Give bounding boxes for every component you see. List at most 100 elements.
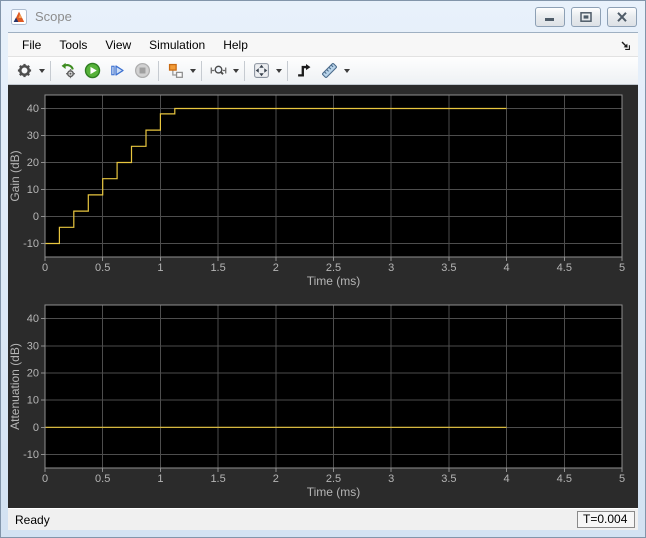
x-tick-label: 4: [504, 262, 510, 274]
x-tick-label: 1: [157, 262, 163, 274]
x-tick-label: 0: [42, 262, 48, 274]
toolbar-separator: [244, 61, 245, 81]
y-tick-label: 30: [27, 130, 39, 142]
y-tick-label: 10: [27, 184, 39, 196]
x-tick-label: 3: [388, 473, 394, 485]
toolbar: [8, 57, 638, 85]
scale-axes-dropdown-arrow[interactable]: [276, 69, 282, 73]
measurements-dropdown-arrow[interactable]: [344, 69, 350, 73]
step-forward-icon: [109, 62, 126, 79]
y-tick-label: 0: [33, 422, 39, 434]
close-button[interactable]: [607, 7, 637, 27]
toolbar-separator: [201, 61, 202, 81]
x-tick-label: 3.5: [441, 473, 456, 485]
toolbar-group: [161, 60, 199, 82]
y-tick-label: 40: [27, 313, 39, 325]
settings-dropdown-arrow[interactable]: [39, 69, 45, 73]
toolbar-group: [247, 60, 285, 82]
stop-icon: [134, 62, 151, 79]
zoom-icon: [210, 62, 227, 79]
step-forward-button[interactable]: [106, 60, 128, 82]
scale-axes-button[interactable]: [250, 60, 272, 82]
y-tick-label: 0: [33, 211, 39, 223]
toolbar-group: [10, 60, 48, 82]
signal-selector-button[interactable]: [164, 60, 186, 82]
gain-plot[interactable]: 00.511.522.533.544.55-10010203040Time (m…: [8, 95, 625, 288]
y-axis-label: Gain (dB): [8, 150, 22, 201]
toolbar-group: [53, 60, 156, 82]
x-tick-label: 4.5: [557, 473, 572, 485]
sim-time-display: T=0.004: [577, 511, 635, 528]
y-tick-label: -10: [23, 238, 39, 250]
x-tick-label: 1.5: [210, 473, 225, 485]
x-tick-label: 5: [619, 262, 625, 274]
x-tick-label: 0.5: [95, 262, 110, 274]
x-tick-label: 5: [619, 473, 625, 485]
x-tick-label: 1.5: [210, 262, 225, 274]
y-tick-label: 40: [27, 103, 39, 115]
play-icon: [84, 62, 101, 79]
y-tick-label: 20: [27, 157, 39, 169]
y-tick-label: 30: [27, 340, 39, 352]
menu-view[interactable]: View: [96, 35, 140, 55]
scope-window: Scope FileToolsViewSimulationHelp: [0, 0, 646, 538]
run-button[interactable]: [81, 60, 103, 82]
x-tick-label: 3.5: [441, 262, 456, 274]
y-tick-label: 20: [27, 367, 39, 379]
sim-gear-arrow-icon: [59, 62, 76, 79]
x-tick-label: 0.5: [95, 473, 110, 485]
stop-button: [131, 60, 153, 82]
menubar: FileToolsViewSimulationHelp: [8, 33, 638, 57]
dock-button[interactable]: [617, 37, 633, 53]
zoom-button[interactable]: [207, 60, 229, 82]
gear-icon: [16, 62, 33, 79]
window-content: FileToolsViewSimulationHelp 0 0.5 1 1.5 2 2.5…: [8, 32, 638, 530]
status-text: Ready: [15, 513, 50, 527]
window-controls: [535, 7, 637, 27]
window-title: Scope: [35, 9, 72, 24]
trigger-icon: [296, 62, 313, 79]
toolbar-group: [204, 60, 242, 82]
x-tick-label: 1: [157, 473, 163, 485]
restore-button[interactable]: [571, 7, 601, 27]
x-tick-label: 2.5: [326, 473, 341, 485]
x-axis-label: Time (ms): [307, 485, 361, 499]
x-axis-label: Time (ms): [307, 274, 361, 288]
simulink-snapshot-button[interactable]: [56, 60, 78, 82]
scope-plots[interactable]: 00.511.522.533.544.55-10010203040Time (m…: [8, 85, 638, 508]
close-icon: [616, 12, 628, 22]
signal-selector-dropdown-arrow[interactable]: [190, 69, 196, 73]
x-tick-label: 2: [273, 473, 279, 485]
y-axis-label: Attenuation (dB): [8, 343, 22, 430]
scale-axes-icon: [253, 62, 270, 79]
menu-help[interactable]: Help: [214, 35, 257, 55]
menu-file[interactable]: File: [13, 35, 50, 55]
x-tick-label: 2: [273, 262, 279, 274]
minimize-icon: [544, 12, 556, 22]
menu-simulation[interactable]: Simulation: [140, 35, 214, 55]
toolbar-separator: [158, 61, 159, 81]
zoom-dropdown-arrow[interactable]: [233, 69, 239, 73]
x-tick-label: 4: [504, 473, 510, 485]
titlebar: Scope: [1, 1, 645, 32]
x-tick-label: 4.5: [557, 262, 572, 274]
x-tick-label: 3: [388, 262, 394, 274]
toolbar-separator: [50, 61, 51, 81]
scope-figure[interactable]: 00.511.522.533.544.55-10010203040Time (m…: [8, 85, 638, 508]
measurements-button[interactable]: [318, 60, 340, 82]
y-tick-label: 10: [27, 395, 39, 407]
ruler-icon: [321, 62, 338, 79]
restore-icon: [580, 12, 592, 22]
minimize-button[interactable]: [535, 7, 565, 27]
settings-button[interactable]: [13, 60, 35, 82]
toolbar-separator: [287, 61, 288, 81]
dock-arrow-icon: [619, 39, 631, 51]
y-tick-label: -10: [23, 449, 39, 461]
menu-tools[interactable]: Tools: [50, 35, 96, 55]
trigger-button[interactable]: [293, 60, 315, 82]
statusbar: Ready T=0.004: [8, 508, 638, 530]
x-tick-label: 2.5: [326, 262, 341, 274]
toolbar-group: [290, 60, 353, 82]
x-tick-label: 0: [42, 473, 48, 485]
attenuation-plot[interactable]: 00.511.522.533.544.55-10010203040Time (m…: [8, 305, 625, 499]
